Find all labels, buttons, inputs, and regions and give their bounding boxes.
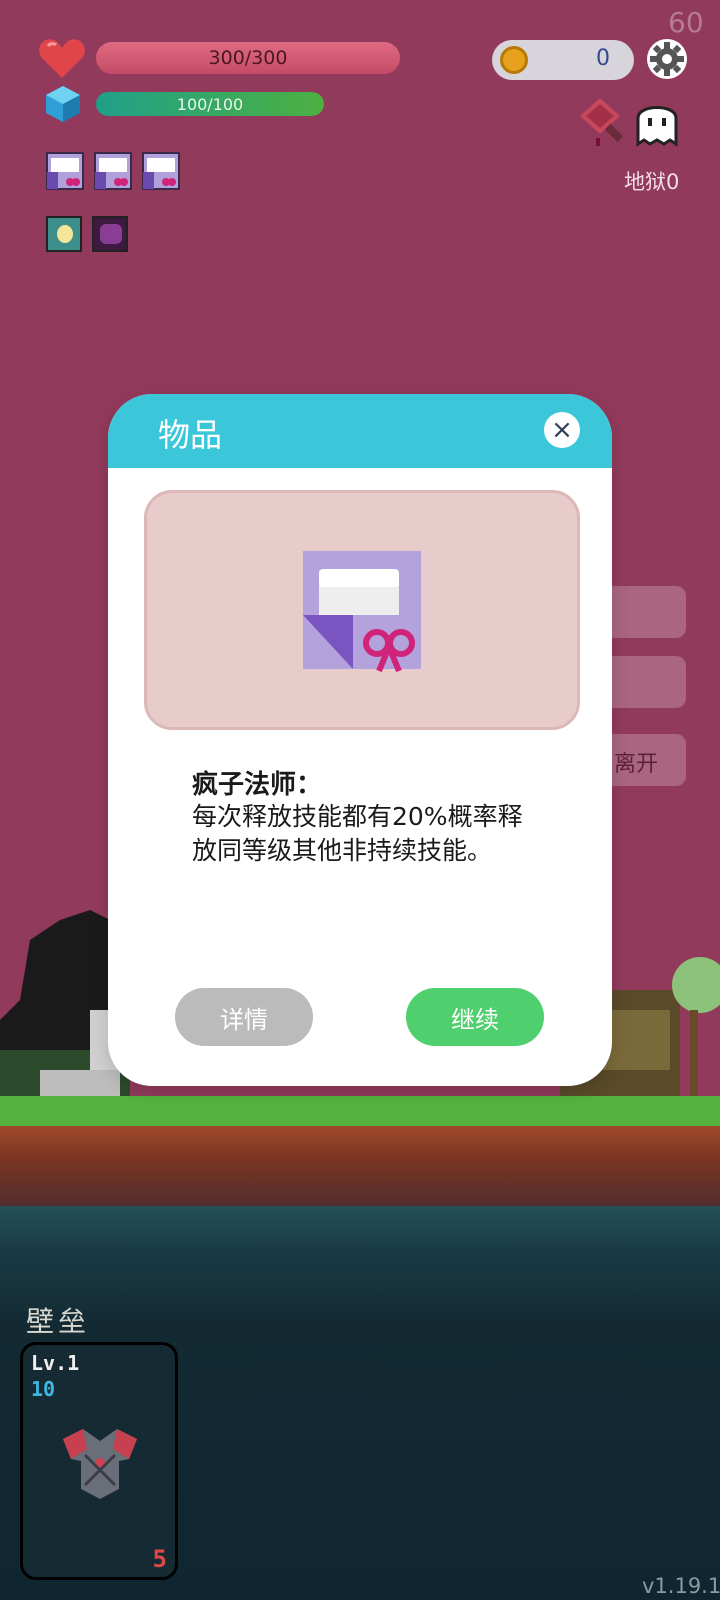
side-menu-leave-label: 离开 (614, 752, 659, 777)
item-image-frame (144, 490, 580, 730)
gift-buff-icon[interactable] (142, 152, 180, 192)
gear-icon[interactable] (646, 38, 688, 80)
coin-icon (500, 46, 528, 74)
dialog-title: 物品 (158, 416, 223, 454)
equipment-card[interactable]: Lv.1 10 5 (20, 1342, 178, 1580)
dialog-header: 物品 × (108, 394, 612, 468)
heart-icon (39, 39, 85, 78)
item-name: 疯子法师： (192, 770, 323, 800)
gift-item-icon (303, 551, 421, 673)
difficulty-label: 地狱0 (624, 170, 680, 194)
health-text: 300/300 (208, 47, 288, 69)
gem-icon (46, 86, 80, 122)
grass-ground (0, 1096, 720, 1126)
card-count: 5 (152, 1545, 167, 1573)
item-description: 每次释放技能都有20%概率释放同等级其他非持续技能。 (192, 802, 523, 865)
section-title: 壁垒 (26, 1305, 91, 1338)
mana-text: 100/100 (176, 94, 244, 114)
coin-counter: 0 (492, 40, 634, 80)
coin-value: 0 (596, 46, 610, 71)
continue-button[interactable]: 继续 (406, 988, 544, 1046)
armor-icon (63, 1429, 137, 1499)
item-dialog: 物品 × 疯子法师： 每次释放技能都有20%概率释放同等级其他非持续技能。 详情… (108, 394, 612, 1086)
cleaver-icon[interactable] (574, 94, 628, 148)
mana-bar: 100/100 (96, 92, 324, 116)
gift-buff-icon[interactable] (46, 152, 84, 192)
health-bar: 300/300 (96, 42, 400, 74)
close-icon: × (551, 415, 573, 445)
version-label: v1.19.1 (642, 1574, 720, 1598)
ghost-icon[interactable] (632, 98, 682, 148)
close-button[interactable]: × (544, 412, 580, 448)
card-power: 10 (31, 1377, 56, 1401)
fps-counter: 60 (668, 6, 704, 39)
card-level: Lv.1 (31, 1351, 80, 1375)
lightbulb-skill-icon[interactable] (46, 216, 82, 252)
demon-skill-icon[interactable] (92, 216, 128, 252)
gift-buff-icon[interactable] (94, 152, 132, 192)
dirt-ground (0, 1126, 720, 1206)
details-button[interactable]: 详情 (175, 988, 313, 1046)
